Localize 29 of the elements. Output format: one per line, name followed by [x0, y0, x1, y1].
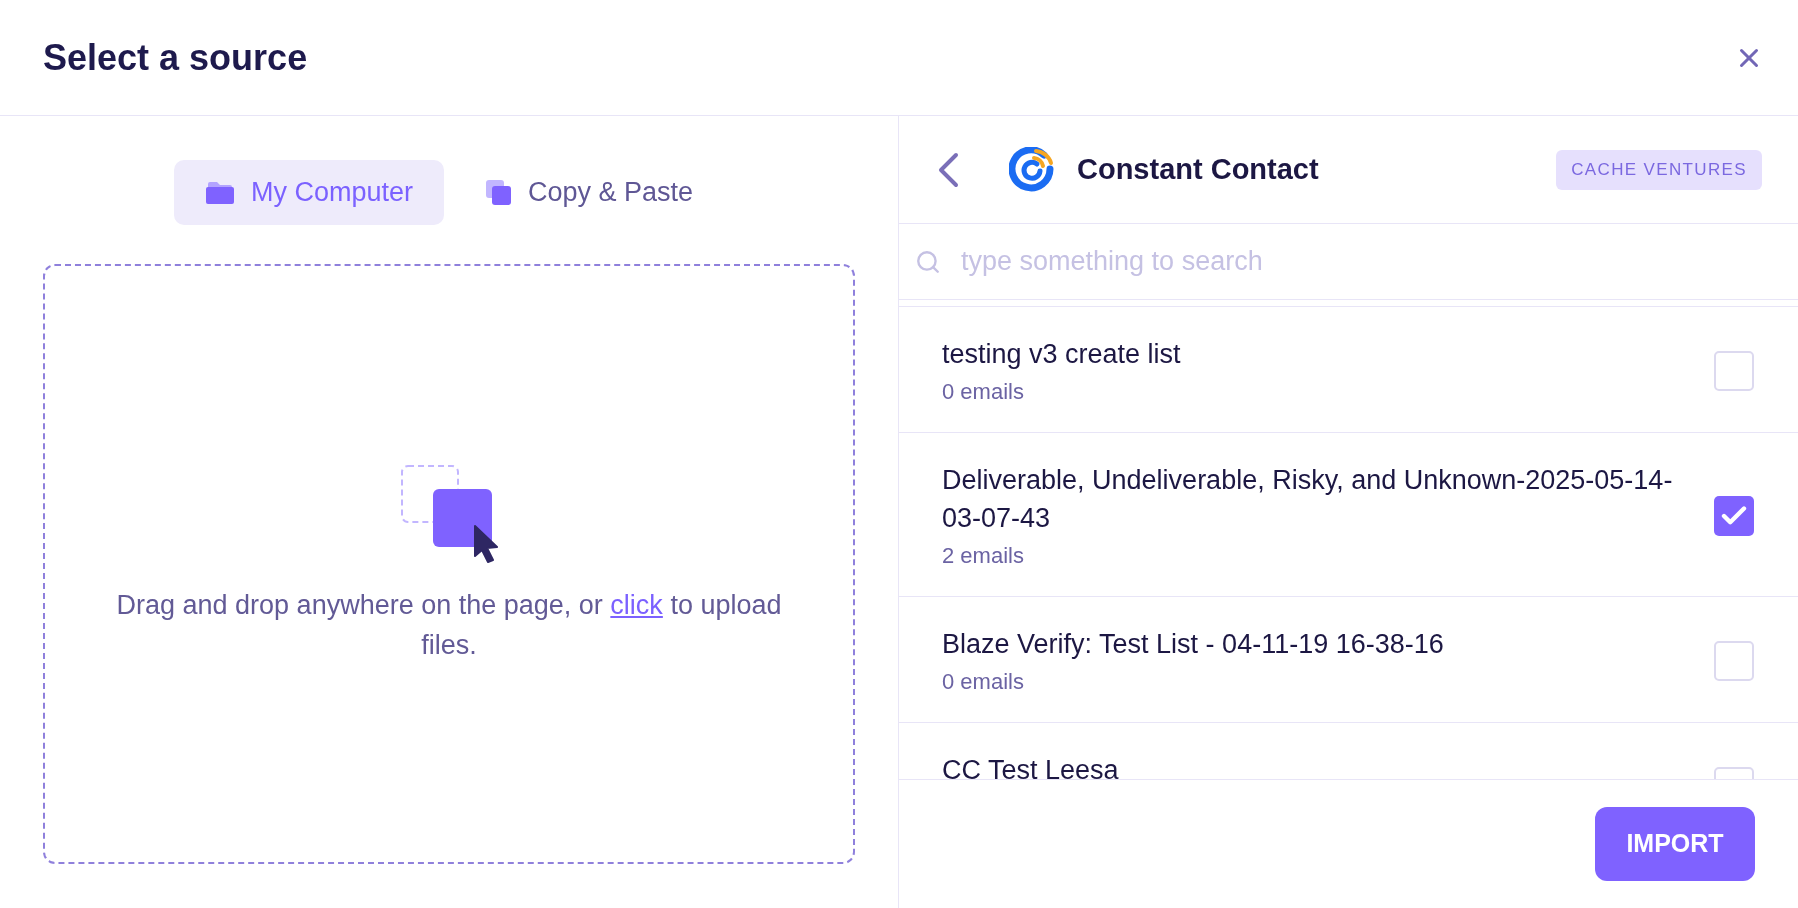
list-checkbox[interactable]: [1714, 496, 1754, 536]
source-tab[interactable]: My Computer: [173, 160, 444, 225]
list-row[interactable]: Deliverable, Undeliverable, Risky, and Unknown-2025-05-14-03-07-43 2 emails: [899, 433, 1798, 597]
upload-instructions: Drag and drop anywhere on the page, or click to upload files.: [115, 589, 783, 662]
list-name: Deliverable, Undeliverable, Risky, and Unknown-2025-05-14-03-07-43: [942, 464, 1674, 535]
list-checkbox[interactable]: [1714, 351, 1754, 391]
email-count: 0 emails: [942, 378, 1025, 406]
import-button[interactable]: IMPORT: [1595, 807, 1755, 881]
drop-zone[interactable]: Drag and drop anywhere on the page, or click to upload files.: [43, 264, 855, 864]
list-row[interactable]: Blaze Verify: Test List - 04-11-19 16-38-16 0 emails: [899, 597, 1798, 723]
drag-file-icon: [399, 463, 499, 563]
integration-name: Constant Contact: [1077, 151, 1319, 187]
dialog-title: Select a source: [43, 35, 308, 80]
email-count: 0 emails: [942, 668, 1025, 696]
account-badge: CACHE VENTURES: [1556, 149, 1762, 190]
email-count: 2 emails: [942, 542, 1025, 570]
search-field[interactable]: type something to search: [961, 236, 1778, 287]
back-chevron-icon: [937, 151, 959, 188]
search-icon: [915, 248, 941, 275]
logo-icon: [1009, 146, 1055, 193]
list-name: CC Test Leesa: [942, 754, 1120, 779]
click-link[interactable]: click: [610, 590, 663, 620]
folder-icon: [205, 181, 234, 204]
source-tab[interactable]: Copy & Paste: [453, 160, 725, 225]
list-row[interactable]: testing v3 create list 0 emails: [899, 307, 1798, 433]
list-name: testing v3 create list: [942, 338, 1182, 371]
list-name: Blaze Verify: Test List - 04-11-19 16-38-16: [942, 628, 1445, 661]
list-checkbox[interactable]: [1714, 641, 1754, 681]
copy-icon: [485, 180, 511, 205]
